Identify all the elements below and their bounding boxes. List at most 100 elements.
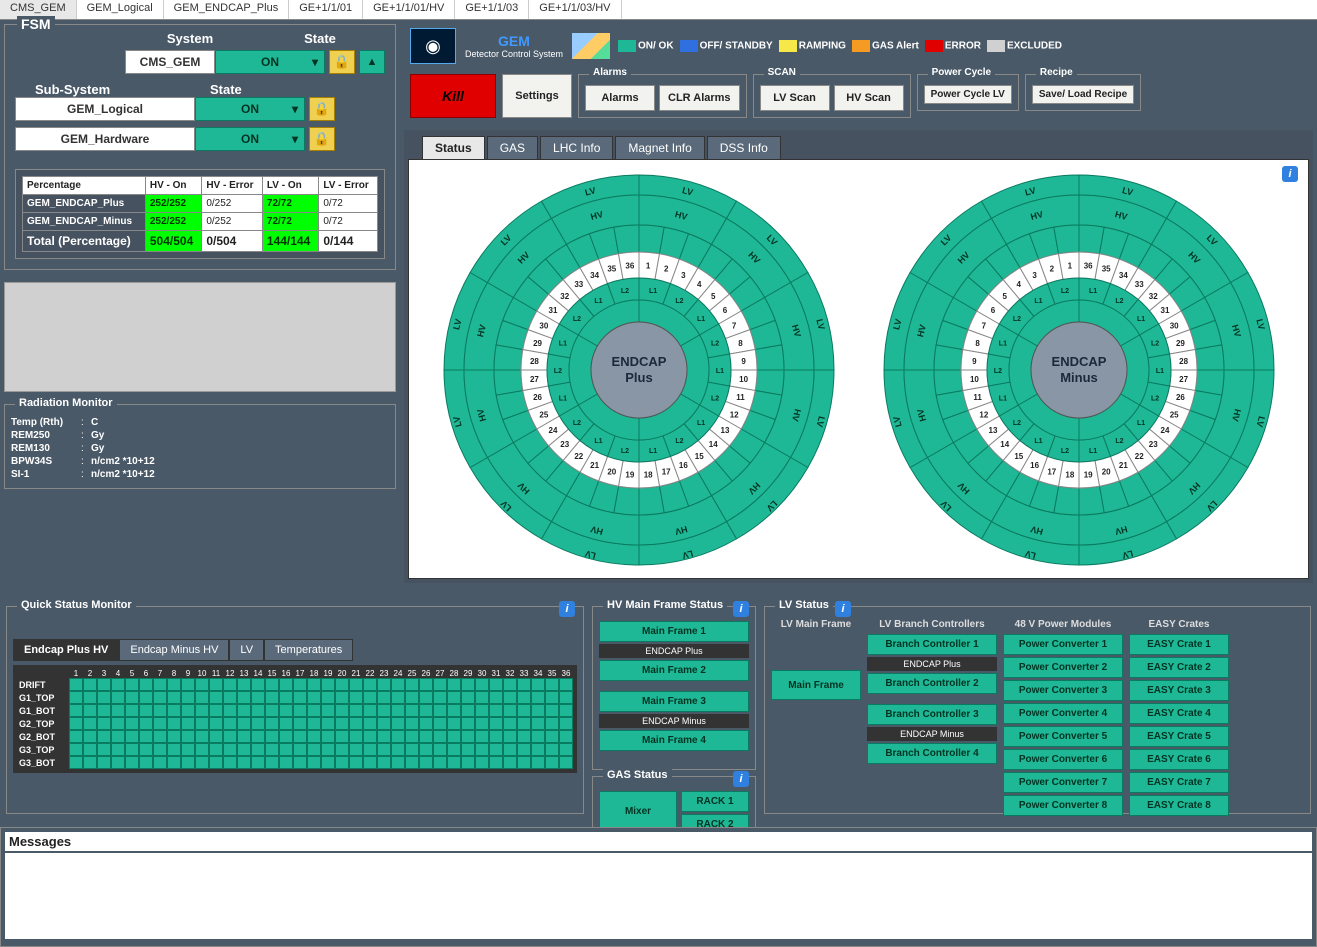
status-cell[interactable] — [419, 691, 433, 704]
status-cell[interactable] — [279, 704, 293, 717]
status-cell[interactable] — [461, 743, 475, 756]
status-cell[interactable] — [293, 678, 307, 691]
status-cell[interactable] — [545, 743, 559, 756]
power-cycle-lv-button[interactable]: Power Cycle LV — [924, 85, 1012, 104]
status-cell[interactable] — [307, 678, 321, 691]
status-cell[interactable] — [167, 678, 181, 691]
status-cell[interactable] — [279, 717, 293, 730]
status-cell[interactable] — [391, 678, 405, 691]
status-cell[interactable] — [265, 678, 279, 691]
status-cell[interactable] — [307, 730, 321, 743]
status-cell[interactable] — [517, 756, 531, 769]
status-cell[interactable] — [475, 704, 489, 717]
status-cell[interactable] — [139, 730, 153, 743]
status-cell[interactable] — [223, 704, 237, 717]
status-cell[interactable] — [279, 678, 293, 691]
power-converter-button[interactable]: Power Converter 2 — [1003, 657, 1123, 678]
status-cell[interactable] — [503, 678, 517, 691]
status-cell[interactable] — [279, 730, 293, 743]
status-cell[interactable] — [83, 691, 97, 704]
status-cell[interactable] — [83, 743, 97, 756]
endcap-wheel[interactable]: LVLVLVLVLVLVLVLVLVLVLVLVHVHVHVHVHVHVHVHV… — [439, 170, 839, 570]
easy-crate-button[interactable]: EASY Crate 3 — [1129, 680, 1229, 701]
status-cell[interactable] — [405, 730, 419, 743]
status-cell[interactable] — [83, 678, 97, 691]
subsystem-state-dropdown[interactable]: ON — [195, 127, 305, 151]
status-cell[interactable] — [489, 678, 503, 691]
status-cell[interactable] — [139, 743, 153, 756]
main-frame-2-button[interactable]: Main Frame 2 — [599, 660, 749, 681]
status-cell[interactable] — [125, 730, 139, 743]
status-cell[interactable] — [433, 717, 447, 730]
status-cell[interactable] — [209, 678, 223, 691]
status-cell[interactable] — [167, 704, 181, 717]
info-icon[interactable]: i — [1282, 166, 1298, 182]
status-cell[interactable] — [97, 743, 111, 756]
status-cell[interactable] — [223, 756, 237, 769]
easy-crate-button[interactable]: EASY Crate 5 — [1129, 726, 1229, 747]
status-cell[interactable] — [321, 678, 335, 691]
status-cell[interactable] — [293, 717, 307, 730]
status-cell[interactable] — [405, 743, 419, 756]
status-cell[interactable] — [251, 704, 265, 717]
status-cell[interactable] — [489, 730, 503, 743]
status-cell[interactable] — [97, 704, 111, 717]
status-cell[interactable] — [531, 743, 545, 756]
status-tab[interactable]: GAS — [487, 136, 538, 159]
status-cell[interactable] — [517, 678, 531, 691]
status-cell[interactable] — [475, 678, 489, 691]
easy-crate-button[interactable]: EASY Crate 6 — [1129, 749, 1229, 770]
status-cell[interactable] — [335, 756, 349, 769]
status-cell[interactable] — [125, 743, 139, 756]
status-cell[interactable] — [293, 756, 307, 769]
info-icon[interactable]: i — [559, 601, 575, 617]
status-cell[interactable] — [181, 717, 195, 730]
lock-icon[interactable]: 🔒 — [309, 97, 335, 121]
status-cell[interactable] — [125, 678, 139, 691]
status-tab[interactable]: DSS Info — [707, 136, 781, 159]
mixer-button[interactable]: Mixer — [599, 791, 677, 831]
status-cell[interactable] — [363, 691, 377, 704]
status-cell[interactable] — [517, 704, 531, 717]
status-cell[interactable] — [531, 704, 545, 717]
status-cell[interactable] — [391, 743, 405, 756]
status-cell[interactable] — [153, 756, 167, 769]
status-cell[interactable] — [433, 730, 447, 743]
status-cell[interactable] — [475, 730, 489, 743]
lv-scan-button[interactable]: LV Scan — [760, 85, 830, 111]
power-converter-button[interactable]: Power Converter 6 — [1003, 749, 1123, 770]
status-cell[interactable] — [405, 704, 419, 717]
status-cell[interactable] — [349, 704, 363, 717]
status-cell[interactable] — [279, 743, 293, 756]
status-cell[interactable] — [503, 691, 517, 704]
status-cell[interactable] — [489, 717, 503, 730]
status-cell[interactable] — [307, 717, 321, 730]
alarms-button[interactable]: Alarms — [585, 85, 655, 111]
status-cell[interactable] — [391, 691, 405, 704]
status-cell[interactable] — [223, 743, 237, 756]
status-cell[interactable] — [111, 730, 125, 743]
status-cell[interactable] — [419, 756, 433, 769]
status-cell[interactable] — [517, 717, 531, 730]
status-cell[interactable] — [97, 717, 111, 730]
top-tab[interactable]: GEM_ENDCAP_Plus — [164, 0, 290, 19]
status-cell[interactable] — [237, 743, 251, 756]
status-cell[interactable] — [531, 756, 545, 769]
status-cell[interactable] — [433, 704, 447, 717]
status-cell[interactable] — [391, 704, 405, 717]
status-cell[interactable] — [167, 730, 181, 743]
status-cell[interactable] — [181, 756, 195, 769]
status-cell[interactable] — [447, 743, 461, 756]
easy-crate-button[interactable]: EASY Crate 8 — [1129, 795, 1229, 816]
status-cell[interactable] — [153, 743, 167, 756]
status-cell[interactable] — [405, 691, 419, 704]
status-cell[interactable] — [237, 730, 251, 743]
status-cell[interactable] — [335, 717, 349, 730]
status-cell[interactable] — [293, 691, 307, 704]
status-cell[interactable] — [475, 756, 489, 769]
status-cell[interactable] — [153, 717, 167, 730]
status-cell[interactable] — [139, 756, 153, 769]
info-icon[interactable]: i — [733, 601, 749, 617]
status-cell[interactable] — [69, 678, 83, 691]
status-cell[interactable] — [363, 704, 377, 717]
